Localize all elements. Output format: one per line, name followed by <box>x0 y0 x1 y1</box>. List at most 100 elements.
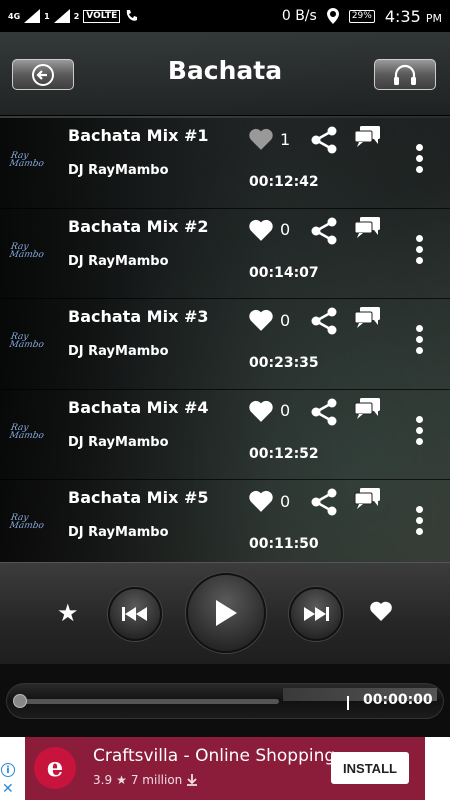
like-count: 0 <box>280 491 291 511</box>
seek-groove <box>17 699 279 704</box>
seek-bar: 00:00:00 <box>0 664 450 737</box>
track-title: Bachata Mix #1 <box>68 126 209 145</box>
track-row[interactable]: Ray Mambo Bachata Mix #1 DJ RayMambo 00:1… <box>0 118 450 209</box>
headphones-icon <box>394 64 416 85</box>
track-artist: DJ RayMambo <box>68 253 169 269</box>
like-button[interactable]: 1 <box>248 127 290 151</box>
ad-content[interactable]: e Craftsvilla - Online Shopping 3.9 ★ 7 … <box>25 737 425 800</box>
previous-button[interactable] <box>108 587 162 641</box>
status-bar: 4G 1 2 VOLTE 0 B/s 29% 4:35 PM <box>0 0 450 32</box>
share-button[interactable] <box>310 217 338 249</box>
status-left: 4G 1 2 VOLTE <box>8 8 140 24</box>
ad-info-icon[interactable]: i <box>1 763 15 777</box>
heart-icon[interactable] <box>369 600 393 622</box>
heart-icon <box>249 490 273 512</box>
share-button[interactable] <box>310 307 338 339</box>
comment-icon <box>354 488 380 509</box>
more-options-icon[interactable] <box>414 234 424 268</box>
share-icon <box>311 488 337 516</box>
share-icon <box>311 217 337 244</box>
like-count: 0 <box>280 220 291 239</box>
ad-title: Craftsvilla - Online Shopping <box>93 746 336 766</box>
like-button[interactable]: 0 <box>248 399 290 423</box>
track-row[interactable]: Ray Mambo Bachata Mix #2 DJ RayMambo 00:1… <box>0 208 450 299</box>
next-button[interactable] <box>289 587 343 641</box>
heart-icon <box>249 309 273 331</box>
comment-button[interactable] <box>354 305 382 335</box>
sim1-label: 1 <box>44 11 50 21</box>
next-icon <box>304 607 329 621</box>
like-button[interactable]: 0 <box>248 308 290 332</box>
comment-icon <box>354 397 380 419</box>
play-button[interactable] <box>186 573 266 653</box>
track-thumbnail: Ray Mambo <box>8 332 45 350</box>
ad-install-button[interactable]: INSTALL <box>331 752 409 784</box>
track-list: Ray Mambo Bachata Mix #1 DJ RayMambo 00:1… <box>0 118 450 571</box>
battery-level: 29% <box>348 9 375 23</box>
comment-icon <box>354 307 380 328</box>
signal-icon <box>24 9 41 23</box>
comment-button[interactable] <box>354 396 382 426</box>
comment-button[interactable] <box>354 215 382 245</box>
track-thumbnail: Ray Mambo <box>8 513 45 531</box>
seek-knob[interactable] <box>13 694 27 708</box>
heart-icon <box>249 128 273 150</box>
ad-rating: 3.9 <box>93 773 113 787</box>
player-controls: ★ <box>0 562 450 664</box>
ad-banner[interactable]: i ✕ e Craftsvilla - Online Shopping 3.9 … <box>0 737 450 800</box>
track-duration: 00:12:52 <box>249 445 319 462</box>
track-row[interactable]: Ray Mambo Bachata Mix #5 DJ RayMambo 00:1… <box>0 480 450 571</box>
track-duration: 00:14:07 <box>249 264 319 281</box>
star-icon: ★ <box>116 773 127 787</box>
comment-button[interactable] <box>354 124 382 154</box>
like-count: 0 <box>280 310 291 330</box>
share-icon <box>311 307 337 335</box>
like-button[interactable]: 0 <box>248 218 290 242</box>
data-speed: 0 B/s <box>281 8 317 24</box>
more-options-icon[interactable] <box>414 325 424 358</box>
clock: 4:35 PM <box>385 7 442 26</box>
track-duration: 00:11:50 <box>249 536 319 552</box>
more-options-icon[interactable] <box>414 415 424 449</box>
comment-button[interactable] <box>354 486 382 516</box>
like-count: 0 <box>280 401 291 420</box>
track-artist: DJ RayMambo <box>68 163 169 178</box>
star-icon[interactable]: ★ <box>57 599 79 627</box>
elapsed-time: 00:00:00 <box>363 692 433 708</box>
more-options-icon[interactable] <box>414 144 424 177</box>
headphones-button[interactable] <box>374 59 436 90</box>
more-options-icon[interactable] <box>414 506 424 539</box>
track-title: Bachata Mix #2 <box>68 216 209 236</box>
share-icon <box>311 126 337 154</box>
heart-icon <box>249 400 273 422</box>
track-artist: DJ RayMambo <box>68 344 169 359</box>
heart-icon <box>249 219 273 241</box>
track-row[interactable]: Ray Mambo Bachata Mix #4 DJ RayMambo 00:1… <box>0 389 450 480</box>
track-duration: 00:23:35 <box>249 355 319 371</box>
track-row[interactable]: Ray Mambo Bachata Mix #3 DJ RayMambo 00:2… <box>0 299 450 390</box>
track-thumbnail: Ray Mambo <box>8 151 45 169</box>
seek-track[interactable]: 00:00:00 <box>6 683 444 719</box>
like-button[interactable]: 0 <box>248 489 290 513</box>
clock-time: 4:35 <box>384 6 421 26</box>
share-icon <box>311 398 337 425</box>
ad-close-icon[interactable]: ✕ <box>2 781 14 797</box>
share-button[interactable] <box>310 488 338 520</box>
track-artist: DJ RayMambo <box>68 525 169 540</box>
comment-icon <box>354 216 380 238</box>
location-icon <box>326 8 339 24</box>
track-artist: DJ RayMambo <box>68 434 169 450</box>
status-right: 0 B/s 29% 4:35 PM <box>282 7 442 26</box>
share-button[interactable] <box>310 126 338 158</box>
ad-subtitle: 3.9 ★ 7 million <box>93 773 198 787</box>
previous-icon <box>122 607 147 621</box>
track-duration: 00:12:42 <box>249 174 319 190</box>
track-thumbnail: Ray Mambo <box>8 241 45 260</box>
share-button[interactable] <box>310 398 338 430</box>
track-thumbnail: Ray Mambo <box>8 422 45 441</box>
app-header: Bachata <box>0 32 450 116</box>
ad-logo: e <box>34 747 76 789</box>
volte-badge: VOLTE <box>83 9 121 23</box>
network-type: 4G <box>8 11 21 21</box>
track-title: Bachata Mix #3 <box>68 307 209 326</box>
